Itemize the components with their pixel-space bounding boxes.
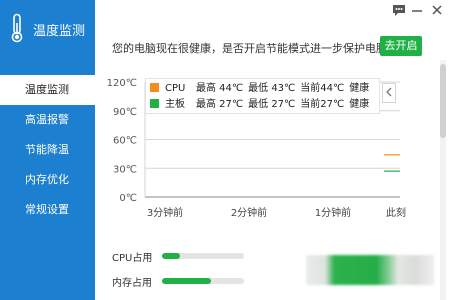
memory-usage-label: 内存占用	[112, 278, 152, 289]
legend-cpu-min: 最低 43℃	[248, 83, 296, 94]
y-tick-label: 120℃	[107, 78, 137, 89]
sidebar-item-memory-optimize[interactable]: 内存优化	[0, 165, 95, 195]
enable-energy-mode-button[interactable]: 去开启	[380, 36, 422, 56]
minimize-icon[interactable]	[410, 3, 424, 17]
cpu-usage-fill	[162, 253, 181, 259]
memory-usage-fill	[162, 278, 212, 284]
legend-cpu-max: 最高 44℃	[196, 83, 244, 94]
legend-mainboard-current: 当前27℃	[300, 99, 345, 110]
x-axis-ticks: 3分钟前 2分钟前 1分钟前 此刻	[147, 206, 406, 219]
app-brand: 温度监测	[0, 0, 95, 58]
y-tick-label: 30℃	[113, 164, 137, 175]
thermometer-icon	[11, 13, 23, 43]
y-tick-label: 0℃	[119, 193, 137, 204]
y-tick-label: 90℃	[113, 107, 137, 118]
cpu-usage-label: CPU占用	[112, 253, 153, 264]
sidebar-nav: 温度监测 高温报警 节能降温 内存优化 常规设置	[0, 75, 95, 225]
cpu-usage-bar	[162, 253, 244, 259]
sidebar-item-energy-saving[interactable]: 节能降温	[0, 135, 95, 165]
close-icon[interactable]	[430, 3, 444, 17]
y-tick-label: 60℃	[113, 136, 137, 147]
chevron-left-icon	[386, 87, 392, 97]
sidebar-item-temperature-monitor[interactable]: 温度监测	[0, 75, 95, 105]
legend-mainboard-max: 最高 27℃	[196, 99, 244, 110]
legend-mainboard-min: 最低 27℃	[248, 99, 296, 110]
sidebar-item-general-settings[interactable]: 常规设置	[0, 195, 95, 225]
legend-row-cpu: CPU 最高 44℃ 最低 43℃ 当前44℃ 健康	[150, 81, 374, 97]
chart-legend: CPU 最高 44℃ 最低 43℃ 当前44℃ 健康 主板 最高 27℃ 最低 27℃ 当前2…	[145, 78, 380, 114]
y-axis-ticks: 120℃ 90℃ 60℃ 30℃ 0℃	[107, 78, 137, 204]
feedback-icon[interactable]	[392, 3, 406, 17]
vertical-scrollbar[interactable]	[440, 60, 446, 300]
cpu-swatch	[150, 83, 159, 92]
x-tick-label: 1分钟前	[315, 206, 351, 219]
sidebar-item-high-temp-alarm[interactable]: 高温报警	[0, 105, 95, 135]
memory-usage-bar	[162, 278, 244, 284]
blurred-region	[306, 255, 434, 285]
legend-mainboard-status: 健康	[349, 99, 370, 110]
legend-mainboard-name: 主板	[165, 99, 185, 110]
x-tick-label: 3分钟前	[147, 206, 183, 219]
legend-collapse-button[interactable]	[382, 83, 396, 103]
mainboard-swatch	[150, 99, 159, 108]
sidebar: 温度监测 温度监测 高温报警 节能降温 内存优化 常规设置	[0, 0, 95, 300]
legend-row-mainboard: 主板 最高 27℃ 最低 27℃ 当前27℃ 健康	[150, 97, 374, 113]
legend-cpu-current: 当前44℃	[300, 83, 345, 94]
scrollbar-thumb[interactable]	[440, 64, 446, 138]
legend-cpu-name: CPU	[165, 83, 186, 94]
x-tick-label: 此刻	[386, 206, 406, 219]
legend-cpu-status: 健康	[349, 83, 370, 94]
health-notice: 您的电脑现在很健康，是否开启节能模式进一步保护电脑？	[112, 42, 398, 55]
app-title: 温度监测	[33, 24, 86, 39]
x-tick-label: 2分钟前	[231, 206, 267, 219]
